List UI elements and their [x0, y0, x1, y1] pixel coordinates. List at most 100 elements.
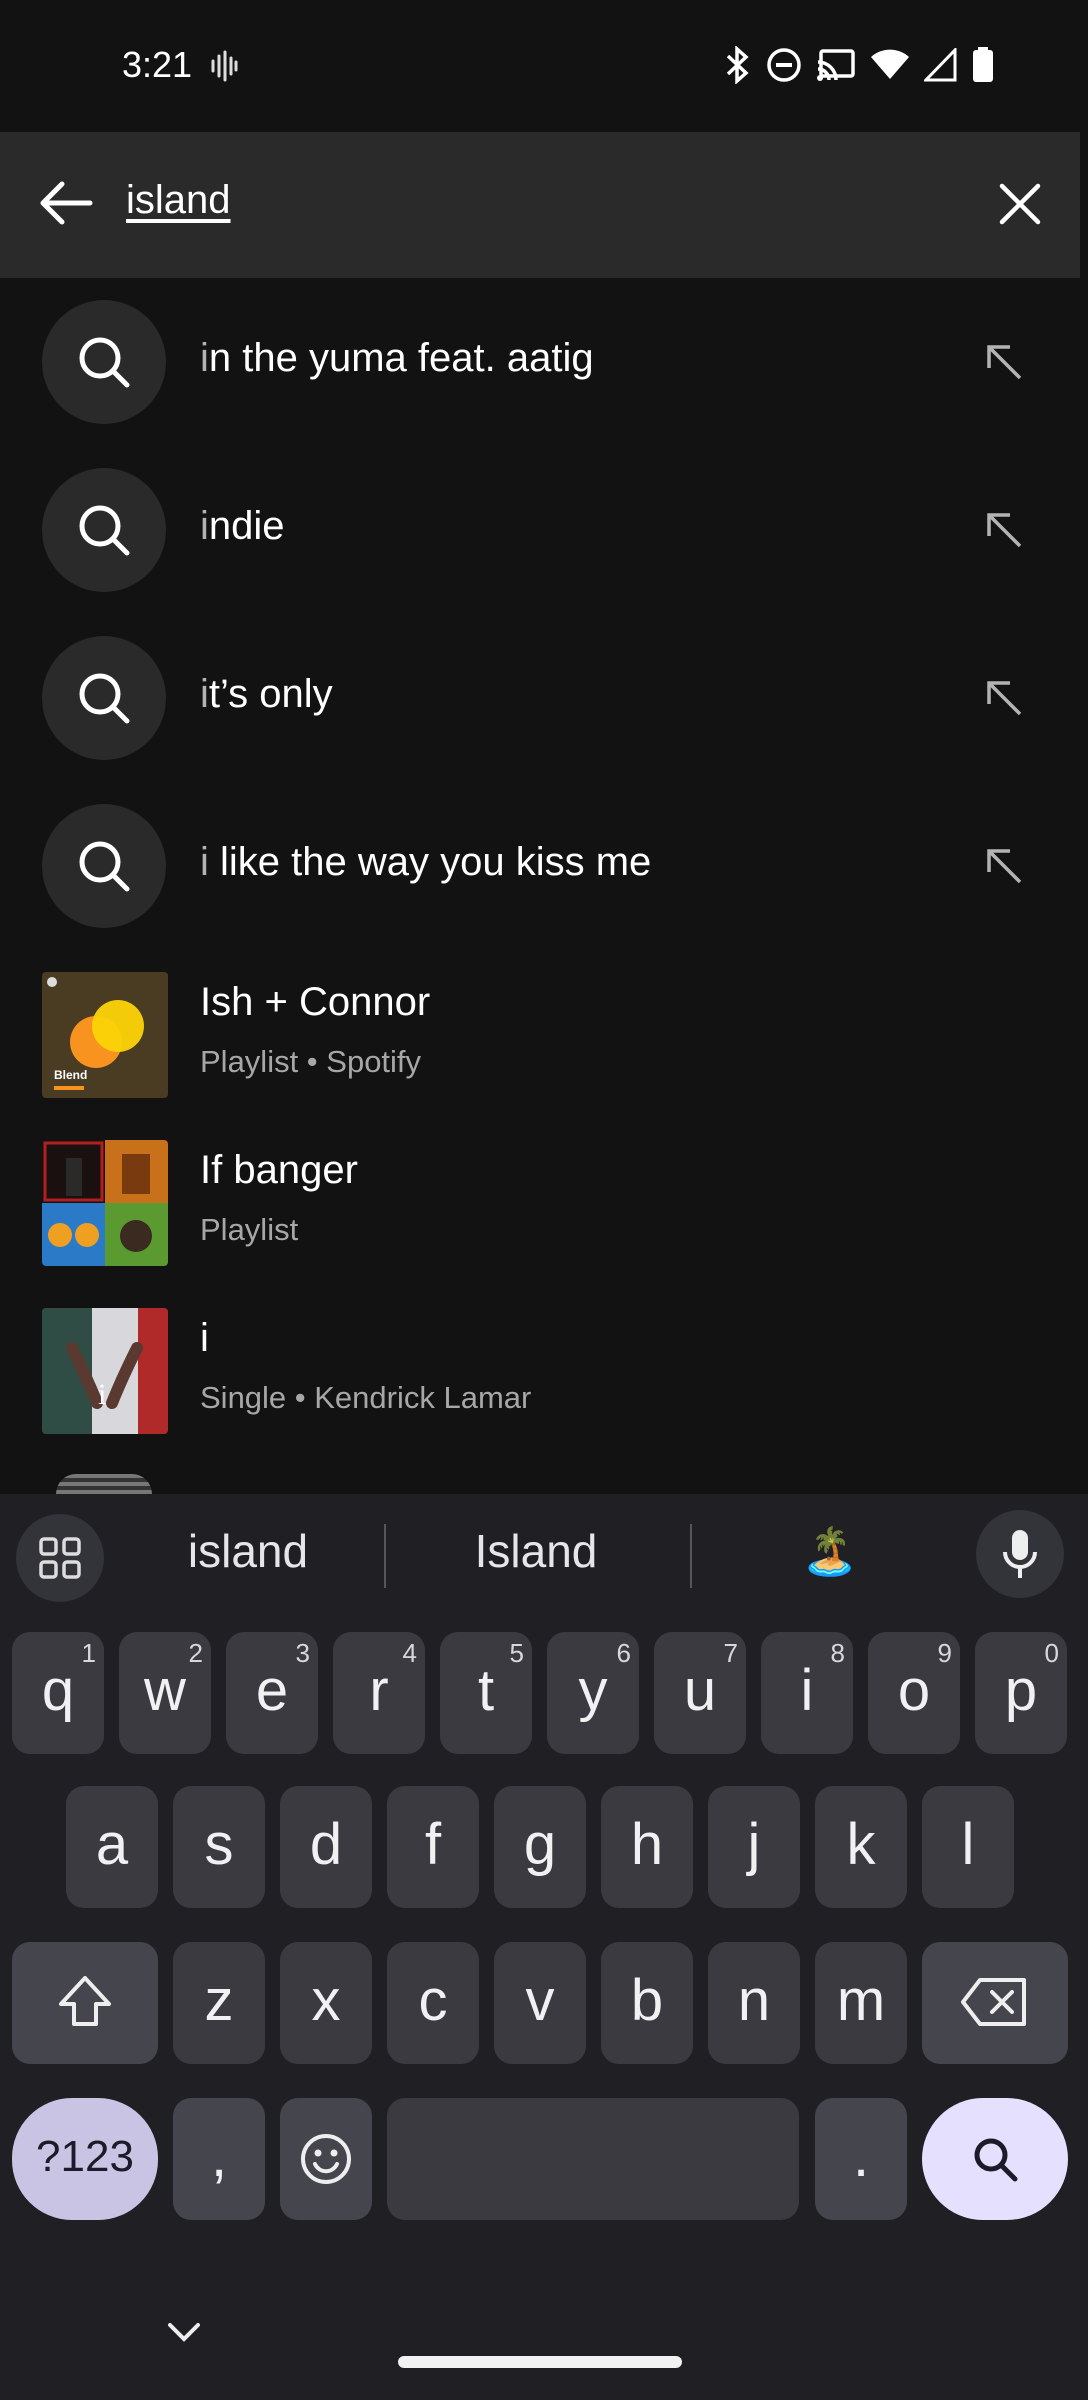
period-key[interactable]: . — [815, 2098, 907, 2220]
result-row[interactable]: If banger Playlist — [0, 1118, 1080, 1286]
key-z[interactable]: z — [173, 1942, 265, 2064]
key-k[interactable]: k — [815, 1786, 907, 1908]
voice-input-button[interactable] — [976, 1510, 1064, 1598]
fill-query-arrow-icon[interactable] — [980, 674, 1028, 722]
suggestion-divider — [384, 1524, 386, 1588]
search-icon — [79, 841, 130, 892]
suggestion-text: i like the way you kiss me — [200, 840, 652, 884]
keyboard-emoji-suggestion[interactable]: 🏝️ — [770, 1524, 890, 1579]
key-s[interactable]: s — [173, 1786, 265, 1908]
shift-key[interactable] — [12, 1942, 158, 2064]
suggestion-row[interactable]: indie — [0, 446, 1080, 614]
result-title: Ish + Connor — [200, 980, 431, 1024]
blend-playlist-art: Blend — [42, 972, 168, 1098]
battery-icon — [973, 47, 993, 82]
symbols-key[interactable]: ?123 — [12, 2098, 158, 2220]
suggestion-text: it’s only — [200, 672, 333, 716]
clear-icon[interactable] — [992, 176, 1048, 232]
key-y[interactable]: y6 — [547, 1632, 639, 1754]
grid-icon — [39, 1537, 81, 1579]
search-key[interactable] — [922, 2098, 1068, 2220]
key-x[interactable]: x — [280, 1942, 372, 2064]
key-e[interactable]: e3 — [226, 1632, 318, 1754]
key-j[interactable]: j — [708, 1786, 800, 1908]
key-n[interactable]: n — [708, 1942, 800, 2064]
key-c[interactable]: c — [387, 1942, 479, 2064]
suggestion-text: in the yuma feat. aatig — [200, 336, 594, 380]
fill-query-arrow-icon[interactable] — [980, 842, 1028, 890]
key-d[interactable]: d — [280, 1786, 372, 1908]
suggestion-icon-bg — [42, 804, 166, 928]
search-icon — [79, 505, 130, 556]
bluetooth-icon — [726, 46, 749, 84]
partial-result-art — [56, 1474, 152, 1494]
result-row[interactable]: i i Single • Kendrick Lamar — [0, 1286, 1080, 1454]
search-header: island — [0, 132, 1080, 278]
result-subtitle: Playlist — [200, 1212, 299, 1247]
back-arrow-icon[interactable] — [34, 172, 96, 234]
key-h[interactable]: h — [601, 1786, 693, 1908]
keyboard-suggestion[interactable]: Island — [434, 1524, 638, 1578]
key-o[interactable]: o9 — [868, 1632, 960, 1754]
svg-text:i: i — [98, 1378, 106, 1411]
suggestion-row[interactable]: in the yuma feat. aatig — [0, 278, 1080, 446]
key-l[interactable]: l — [922, 1786, 1014, 1908]
key-v[interactable]: v — [494, 1942, 586, 2064]
status-bar: 3:21 — [0, 0, 1088, 132]
suggestion-divider — [690, 1524, 692, 1588]
result-row[interactable]: Blend Ish + Connor Playlist • Spotify — [0, 950, 1080, 1118]
playlist-mosaic-art — [42, 1140, 168, 1266]
suggestion-icon-bg — [42, 300, 166, 424]
keyboard-menu-button[interactable] — [16, 1514, 104, 1602]
emoji-icon — [301, 2134, 351, 2184]
key-q[interactable]: q1 — [12, 1632, 104, 1754]
key-g[interactable]: g — [494, 1786, 586, 1908]
search-input[interactable]: island — [126, 178, 231, 223]
suggestion-icon-bg — [42, 468, 166, 592]
do-not-disturb-icon — [767, 48, 801, 82]
shift-icon — [59, 1976, 111, 2026]
suggestion-row[interactable]: it’s only — [0, 614, 1080, 782]
single-cover-art: i — [42, 1308, 168, 1434]
hide-keyboard-chevron-icon[interactable] — [166, 2320, 202, 2344]
suggestion-icon-bg — [42, 636, 166, 760]
cast-icon — [817, 49, 855, 81]
key-a[interactable]: a — [66, 1786, 158, 1908]
suggestion-text: indie — [200, 504, 285, 548]
key-m[interactable]: m — [815, 1942, 907, 2064]
fill-query-arrow-icon[interactable] — [980, 506, 1028, 554]
comma-key[interactable]: , — [173, 2098, 265, 2220]
search-icon — [974, 2138, 1018, 2182]
cell-signal-icon — [924, 48, 957, 82]
key-w[interactable]: w2 — [119, 1632, 211, 1754]
key-p[interactable]: p0 — [975, 1632, 1067, 1754]
microphone-icon — [1003, 1530, 1037, 1578]
search-results-list: in the yuma feat. aatig indie it’s only … — [0, 278, 1080, 1494]
vibrate-icon — [211, 50, 238, 82]
keyboard-suggestion-strip: island Island 🏝️ — [0, 1494, 1088, 1612]
result-subtitle: Single • Kendrick Lamar — [200, 1380, 532, 1415]
emoji-key[interactable] — [280, 2098, 372, 2220]
result-subtitle: Playlist • Spotify — [200, 1044, 422, 1079]
key-b[interactable]: b — [601, 1942, 693, 2064]
key-f[interactable]: f — [387, 1786, 479, 1908]
result-title: i — [200, 1316, 209, 1360]
blend-label: Blend — [54, 1068, 88, 1082]
wifi-icon — [871, 49, 909, 79]
key-t[interactable]: t5 — [440, 1632, 532, 1754]
search-icon — [79, 673, 130, 724]
result-title: If banger — [200, 1148, 358, 1192]
backspace-icon — [961, 1978, 1026, 2026]
fill-query-arrow-icon[interactable] — [980, 338, 1028, 386]
search-icon — [79, 337, 130, 388]
on-screen-keyboard: island Island 🏝️ q1 w2 e3 r4 t5 y6 u7 i8… — [0, 1494, 1088, 2400]
keyboard-suggestion[interactable]: island — [150, 1524, 346, 1578]
suggestion-row[interactable]: i like the way you kiss me — [0, 782, 1080, 950]
status-time: 3:21 — [122, 44, 193, 85]
home-indicator[interactable] — [398, 2356, 682, 2368]
space-key[interactable] — [387, 2098, 799, 2220]
key-i[interactable]: i8 — [761, 1632, 853, 1754]
key-r[interactable]: r4 — [333, 1632, 425, 1754]
backspace-key[interactable] — [922, 1942, 1068, 2064]
key-u[interactable]: u7 — [654, 1632, 746, 1754]
